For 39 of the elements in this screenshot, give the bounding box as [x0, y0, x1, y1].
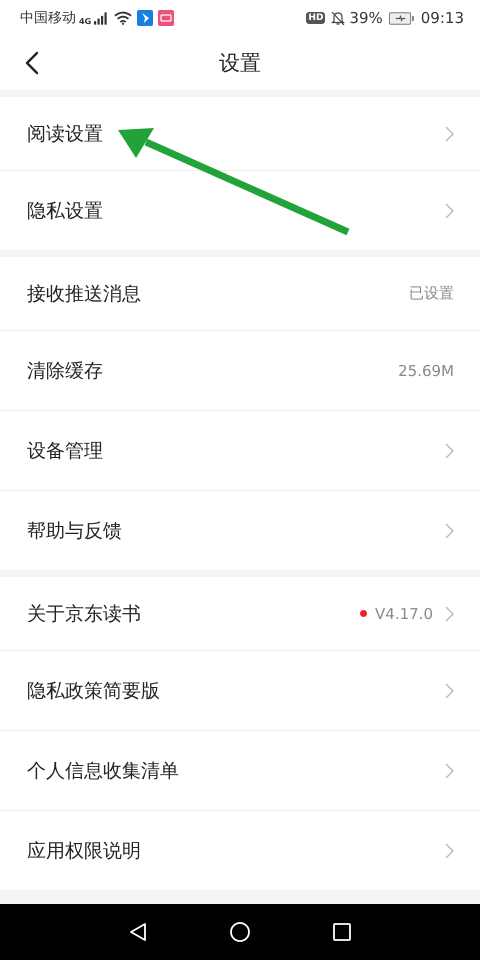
- home-circle-icon[interactable]: [230, 922, 250, 942]
- item-label: 阅读设置: [27, 122, 103, 146]
- back-icon: [25, 51, 39, 75]
- settings-item[interactable]: 个人信息收集清单: [0, 730, 480, 810]
- item-label: 关于京东读书: [27, 602, 141, 626]
- settings-item[interactable]: 帮助与反馈: [0, 490, 480, 570]
- recents-square-icon[interactable]: [332, 922, 352, 942]
- hd-badge: HD: [306, 12, 326, 24]
- item-label: 应用权限说明: [27, 838, 141, 864]
- settings-item[interactable]: 接收推送消息 已设置: [0, 257, 480, 330]
- item-label: 隐私政策简要版: [27, 678, 160, 704]
- app-icon: [158, 10, 174, 26]
- item-value: 已设置: [409, 284, 454, 303]
- battery-icon: [388, 12, 414, 24]
- settings-item[interactable]: 关于京东读书 V4.17.0: [0, 577, 480, 650]
- item-label: 清除缓存: [27, 358, 103, 384]
- item-label: 接收推送消息: [27, 282, 141, 306]
- battery-percent: 39%: [349, 9, 383, 27]
- app-icon: [137, 10, 154, 26]
- settings-item[interactable]: 清除缓存 25.69M: [0, 330, 480, 410]
- signal-icon: [94, 12, 108, 24]
- wifi-icon: [114, 11, 132, 25]
- clock-time: 09:13: [420, 9, 464, 27]
- back-triangle-icon[interactable]: [128, 922, 148, 942]
- network-label: 4G: [79, 17, 92, 26]
- item-value: V4.17.0: [375, 604, 433, 622]
- item-label: 个人信息收集清单: [27, 758, 179, 784]
- item-label: 设备管理: [27, 438, 103, 464]
- settings-item[interactable]: 阅读设置: [0, 97, 480, 170]
- settings-item[interactable]: 设备管理: [0, 410, 480, 490]
- item-label: 隐私设置: [27, 198, 103, 224]
- page-title: 设置: [219, 50, 261, 77]
- muted-bell-icon: [330, 10, 346, 26]
- settings-item[interactable]: 隐私设置: [0, 170, 480, 250]
- settings-item[interactable]: 应用权限说明: [0, 810, 480, 890]
- settings-item[interactable]: 隐私政策简要版: [0, 650, 480, 730]
- item-value: 25.69M: [398, 362, 454, 380]
- item-label: 帮助与反馈: [27, 518, 122, 544]
- carrier-name: 中国移动: [20, 9, 76, 27]
